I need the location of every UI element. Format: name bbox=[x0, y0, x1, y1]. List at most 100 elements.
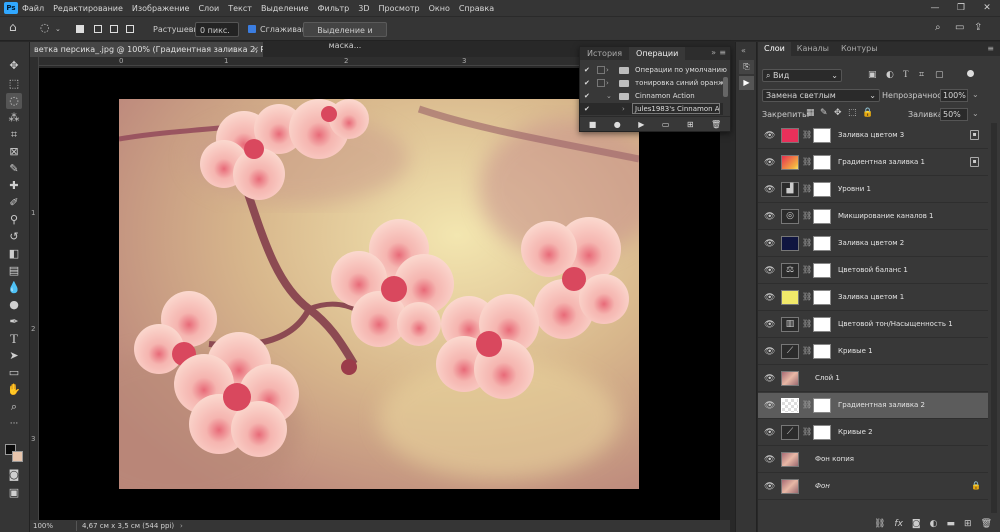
visibility-eye-icon[interactable]: 👁 bbox=[764, 455, 775, 465]
expand-icon[interactable]: › bbox=[606, 64, 609, 76]
menu-edit[interactable]: Редактирование bbox=[53, 4, 123, 13]
document-tab[interactable]: ветка персика_.jpg @ 100% (Градиентная з… bbox=[30, 42, 263, 57]
history-brush-icon[interactable]: ↺ bbox=[6, 229, 22, 245]
tab-paths[interactable]: Контуры bbox=[835, 42, 884, 56]
collapse-icon[interactable]: » bbox=[711, 48, 716, 57]
visibility-eye-icon[interactable]: 👁 bbox=[764, 158, 775, 168]
layer-mask-thumbnail[interactable] bbox=[813, 263, 831, 278]
layer-mask-thumbnail[interactable] bbox=[813, 344, 831, 359]
expand-icon[interactable]: › bbox=[622, 103, 625, 115]
layer-row[interactable]: 👁 Фон копия bbox=[758, 447, 988, 473]
layer-name[interactable]: Цветовой тон/Насыщенность 1 bbox=[838, 320, 953, 328]
scrollbar-thumb[interactable] bbox=[723, 77, 728, 97]
layer-name[interactable]: Заливка цветом 1 bbox=[838, 293, 904, 301]
eraser-tool-icon[interactable]: ◧ bbox=[6, 246, 22, 262]
new-action-icon[interactable]: ⊞ bbox=[687, 120, 694, 129]
document-info[interactable]: 4,67 см x 3,5 см (544 ppi) bbox=[82, 520, 174, 532]
filter-toggle-icon[interactable] bbox=[967, 70, 974, 77]
visibility-eye-icon[interactable]: 👁 bbox=[764, 482, 775, 492]
more-tools-icon[interactable]: ··· bbox=[6, 416, 22, 432]
dialog-toggle-box[interactable] bbox=[597, 79, 605, 87]
tab-history[interactable]: История bbox=[580, 47, 629, 60]
visibility-eye-icon[interactable]: 👁 bbox=[764, 212, 775, 222]
menu-filter[interactable]: Фильтр bbox=[318, 4, 350, 13]
layer-name[interactable]: Уровни 1 bbox=[838, 185, 871, 193]
blur-tool-icon[interactable]: 💧 bbox=[6, 280, 22, 296]
actions-panel-icon[interactable]: ▶ bbox=[739, 76, 754, 90]
curves-icon[interactable]: ⟋ bbox=[781, 344, 799, 359]
chevron-down-icon[interactable]: ⌄ bbox=[55, 22, 61, 37]
filter-shape-icon[interactable]: ⌗ bbox=[919, 70, 924, 80]
photo-thumbnail[interactable] bbox=[781, 452, 799, 467]
lock-position-icon[interactable]: ✥ bbox=[834, 108, 842, 118]
levels-icon[interactable]: ▟ bbox=[781, 182, 799, 197]
layer-row[interactable]: 👁 Фон 🔒 bbox=[758, 474, 988, 500]
layer-name[interactable]: Заливка цветом 2 bbox=[838, 239, 904, 247]
history-panel-icon[interactable]: ⎘ bbox=[739, 60, 754, 74]
layer-name[interactable]: Фон копия bbox=[815, 455, 854, 463]
photo-thumbnail[interactable] bbox=[781, 479, 799, 494]
visibility-eye-icon[interactable]: 👁 bbox=[764, 428, 775, 438]
opacity-input[interactable]: 100% bbox=[940, 89, 968, 102]
lock-all-icon[interactable]: 🔒 bbox=[862, 108, 873, 118]
action-set-row[interactable]: ✔ ⌄ Cinnamon Action bbox=[580, 90, 723, 102]
shape-tool-icon[interactable]: ▭ bbox=[6, 365, 22, 381]
action-row[interactable]: ✔ › Jules1983's Cinnamon Acti... bbox=[580, 103, 723, 115]
quick-mask-icon[interactable]: ◙ bbox=[6, 467, 22, 483]
menu-view[interactable]: Просмотр bbox=[379, 4, 420, 13]
feather-input[interactable]: 0 пикс. bbox=[195, 22, 239, 37]
delete-layer-icon[interactable]: 🗑 bbox=[981, 519, 992, 529]
lasso-tool-icon[interactable]: ◌ bbox=[40, 20, 50, 35]
channel-mixer-icon[interactable]: ◎ bbox=[781, 209, 799, 224]
layer-row-selected[interactable]: 👁 ⛓ Градиентная заливка 2 bbox=[758, 393, 988, 419]
visibility-eye-icon[interactable]: 👁 bbox=[764, 185, 775, 195]
layer-row[interactable]: 👁 ⟋ ⛓ Кривые 2 bbox=[758, 420, 988, 446]
crop-tool-icon[interactable]: ⌗ bbox=[6, 127, 22, 143]
layers-scrollbar[interactable] bbox=[991, 123, 997, 513]
type-tool-icon[interactable]: T bbox=[6, 331, 22, 347]
layer-name[interactable]: Заливка цветом 3 bbox=[838, 131, 904, 139]
search-icon[interactable]: ⌕ bbox=[935, 20, 941, 35]
lock-pixels-icon[interactable]: ✎ bbox=[820, 108, 828, 118]
move-tool-icon[interactable]: ✥ bbox=[6, 58, 22, 74]
layer-row[interactable]: 👁 ⟋ ⛓ Кривые 1 bbox=[758, 339, 988, 365]
visibility-eye-icon[interactable]: 👁 bbox=[764, 239, 775, 249]
layer-name[interactable]: Слой 1 bbox=[815, 374, 840, 382]
visibility-eye-icon[interactable]: 👁 bbox=[764, 266, 775, 276]
gradient-thumbnail[interactable] bbox=[781, 155, 799, 170]
filter-smart-object-icon[interactable]: ▢ bbox=[935, 70, 944, 80]
layer-mask-thumbnail[interactable] bbox=[813, 425, 831, 440]
checkmark-icon[interactable]: ✔ bbox=[584, 77, 592, 89]
zoom-tool-icon[interactable]: ⌕ bbox=[6, 399, 22, 415]
panel-menu-icon[interactable]: ≡ bbox=[719, 48, 726, 57]
stop-icon[interactable]: ■ bbox=[589, 120, 597, 129]
layer-mask-thumbnail[interactable] bbox=[813, 182, 831, 197]
curves-icon[interactable]: ⟋ bbox=[781, 425, 799, 440]
action-set-row[interactable]: ✔ › тонировка синий оранж bbox=[580, 77, 724, 89]
layer-mask-thumbnail[interactable] bbox=[813, 128, 831, 143]
tab-layers[interactable]: Слои bbox=[758, 42, 791, 56]
layer-row[interactable]: 👁 ▥ ⛓ Цветовой тон/Насыщенность 1 bbox=[758, 312, 988, 338]
home-icon[interactable]: ⌂ bbox=[9, 20, 17, 35]
checkmark-icon[interactable]: ✔ bbox=[584, 103, 592, 115]
layer-row[interactable]: 👁 ⛓ Градиентная заливка 1 ▪ bbox=[758, 150, 988, 176]
layer-mask-thumbnail[interactable] bbox=[813, 290, 831, 305]
menu-file[interactable]: Файл bbox=[22, 4, 44, 13]
layer-name[interactable]: Градиентная заливка 1 bbox=[838, 158, 925, 166]
record-icon[interactable]: ● bbox=[614, 120, 621, 129]
new-set-icon[interactable]: ▭ bbox=[662, 120, 670, 129]
new-adjustment-icon[interactable]: ◐ bbox=[930, 519, 938, 529]
menu-window[interactable]: Окно bbox=[429, 4, 450, 13]
maximize-icon[interactable]: ❐ bbox=[948, 0, 974, 16]
visibility-eye-icon[interactable]: 👁 bbox=[764, 131, 775, 141]
blend-mode-select[interactable]: Замена светлым ⌄ bbox=[762, 89, 880, 102]
visibility-eye-icon[interactable]: 👁 bbox=[764, 293, 775, 303]
filter-type-icon[interactable]: T bbox=[903, 69, 909, 79]
expand-panels-icon[interactable]: « bbox=[741, 46, 746, 55]
link-layers-icon[interactable]: ⛓ bbox=[874, 519, 885, 529]
menu-help[interactable]: Справка bbox=[459, 4, 494, 13]
dialog-toggle-box[interactable] bbox=[597, 66, 605, 74]
menu-layers[interactable]: Слои bbox=[198, 4, 219, 13]
fill-thumbnail[interactable] bbox=[781, 290, 799, 305]
minimize-icon[interactable]: — bbox=[922, 0, 948, 16]
